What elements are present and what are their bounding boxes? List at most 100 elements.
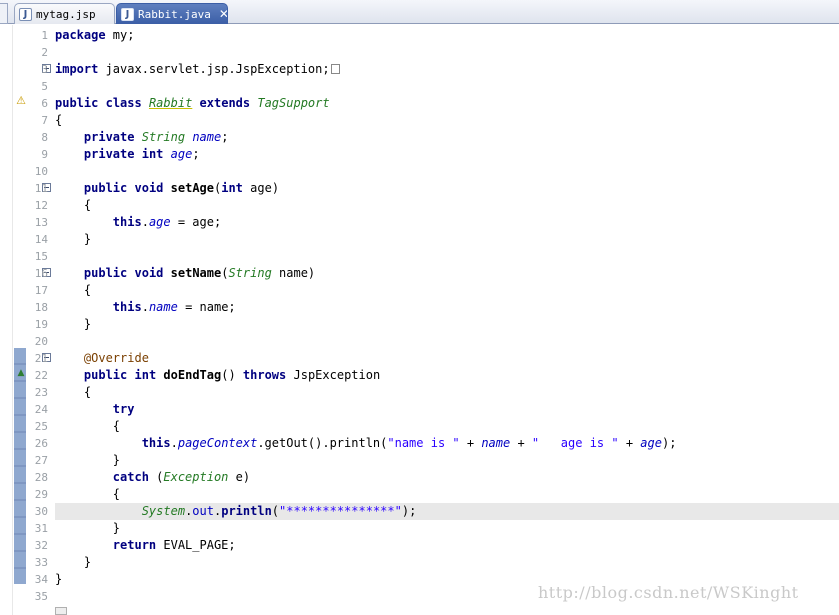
collapsed-imports-icon[interactable] [330, 64, 340, 74]
code-text: ); [401, 504, 417, 518]
code-text: JspException [286, 368, 381, 382]
line-number: 30 [34, 505, 48, 518]
code-line[interactable]: { [55, 486, 839, 503]
code-text: name) [271, 266, 316, 280]
code-line[interactable]: this.age = age; [55, 214, 839, 231]
code-text: ; [221, 130, 229, 144]
code-line[interactable]: catch (Exception e) [55, 469, 839, 486]
field-name: name [481, 436, 511, 450]
method-name: setAge [170, 181, 214, 195]
field-name: out [192, 504, 214, 518]
keyword: private [83, 147, 135, 161]
keyword: class [105, 96, 142, 110]
line-number: 27 [34, 454, 48, 467]
method-name: setName [170, 266, 222, 280]
code-text: + [618, 436, 641, 450]
line-number: 1 [41, 29, 48, 42]
code-line[interactable]: public int doEndTag() throws JspExceptio… [55, 367, 839, 384]
line-number: 22 [34, 369, 48, 382]
field-name: pageContext [177, 436, 258, 450]
code-line[interactable]: package my; [55, 27, 839, 44]
code-line[interactable]: this.name = name; [55, 299, 839, 316]
code-text: { [83, 283, 92, 297]
line-number: 13 [34, 216, 48, 229]
code-line[interactable]: import javax.servlet.jsp.JspException; [55, 61, 839, 78]
code-text: () [221, 368, 243, 382]
code-line[interactable]: private String name; [55, 129, 839, 146]
field-name: age [170, 147, 193, 161]
line-number: 5 [41, 80, 48, 93]
type-name: String [228, 266, 272, 280]
line-number: 23 [34, 386, 48, 399]
type-name: Exception [163, 470, 229, 484]
tab-rabbit-java[interactable]: J Rabbit.java ✕ [116, 3, 228, 24]
code-line[interactable]: { [55, 112, 839, 129]
code-line[interactable]: this.pageContext.getOut().println("name … [55, 435, 839, 452]
type-name: TagSupport [257, 96, 330, 110]
method-name: println [221, 504, 272, 518]
line-number: 34 [34, 573, 48, 586]
line-number: 25 [34, 420, 48, 433]
class-name: Rabbit [148, 96, 193, 110]
keyword: public [83, 266, 128, 280]
code-line[interactable]: } [55, 231, 839, 248]
line-number: 28 [34, 471, 48, 484]
method-name: doEndTag [163, 368, 222, 382]
code-line[interactable]: { [55, 197, 839, 214]
code-text: } [112, 521, 121, 535]
code-text: } [83, 555, 92, 569]
code-text: ( [271, 504, 280, 518]
field-name: name [148, 300, 178, 314]
code-line[interactable]: { [55, 282, 839, 299]
code-text: } [83, 232, 92, 246]
code-text: + [510, 436, 532, 450]
code-text: my; [105, 28, 135, 42]
keyword: package [55, 28, 106, 42]
current-code-line[interactable]: System.out.println("***************"); [55, 503, 839, 520]
keyword: this [112, 215, 142, 229]
keyword: this [112, 300, 142, 314]
keyword: private [83, 130, 135, 144]
code-line[interactable]: } [55, 316, 839, 333]
override-icon[interactable]: ▲ [16, 368, 26, 378]
code-line[interactable]: private int age; [55, 146, 839, 163]
code-line[interactable]: @Override [55, 350, 839, 367]
code-line[interactable]: public void setName(String name) [55, 265, 839, 282]
line-number: 7 [41, 114, 48, 127]
code-line[interactable]: public void setAge(int age) [55, 180, 839, 197]
line-number: 17 [34, 284, 48, 297]
keyword: try [112, 402, 135, 416]
editor-tab-bar: J mytag.jsp J Rabbit.java ✕ [0, 0, 839, 24]
keyword: public [55, 96, 99, 110]
code-text: } [112, 453, 121, 467]
code-text: e) [228, 470, 251, 484]
close-icon[interactable]: ✕ [219, 7, 227, 21]
annotation: @Override [83, 351, 149, 365]
code-line[interactable]: } [55, 554, 839, 571]
keyword: int [134, 368, 157, 382]
tab-mytag-jsp[interactable]: J mytag.jsp [14, 3, 115, 24]
annotation-ruler [0, 25, 13, 615]
line-number: 12 [34, 199, 48, 212]
string-literal: " age is " [531, 436, 619, 450]
code-line[interactable]: { [55, 384, 839, 401]
line-number: 31 [34, 522, 48, 535]
keyword: void [134, 181, 164, 195]
code-line[interactable]: return EVAL_PAGE; [55, 537, 839, 554]
warning-icon[interactable]: ⚠ [15, 95, 27, 107]
code-text: age) [242, 181, 280, 195]
code-line[interactable]: } [55, 452, 839, 469]
line-number: 33 [34, 556, 48, 569]
code-text: javax.servlet.jsp.JspException; [98, 62, 330, 76]
code-line[interactable]: try [55, 401, 839, 418]
code-text: = name; [177, 300, 236, 314]
horizontal-scrollbar[interactable] [55, 607, 67, 615]
code-editor[interactable]: ⚠ ▲ 1 2 3 5 6 7 8 9 10 11 12 13 14 15 16… [0, 25, 839, 615]
code-text: = age; [170, 215, 222, 229]
code-line[interactable]: } [55, 520, 839, 537]
type-name: String [141, 130, 186, 144]
code-line[interactable]: public class Rabbit extends TagSupport [55, 95, 839, 112]
line-number: 29 [34, 488, 48, 501]
code-line[interactable]: { [55, 418, 839, 435]
tab-label: Rabbit.java [138, 7, 211, 21]
